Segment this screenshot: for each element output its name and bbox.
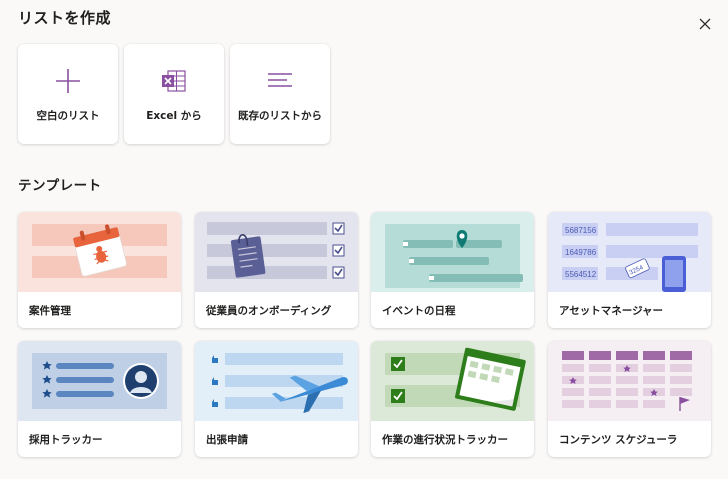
template-label: 採用トラッカー xyxy=(29,434,103,446)
template-issue-tracker[interactable]: 案件管理 xyxy=(18,212,181,328)
plus-icon xyxy=(56,69,80,93)
create-option-label: 空白のリスト xyxy=(36,110,100,122)
airplane-icon xyxy=(195,341,358,421)
template-label: 従業員のオンボーディング xyxy=(206,305,332,317)
create-from-excel-button[interactable]: Excel から xyxy=(124,44,224,144)
dialog-title: リストを作成 xyxy=(18,9,112,27)
excel-icon xyxy=(162,70,186,92)
template-asset-manager[interactable]: 5687156 1649786 5564512 3254 アセットマネージャー xyxy=(548,212,711,328)
candidate-profile-icon xyxy=(18,341,181,421)
create-from-existing-list-button[interactable]: 既存のリストから xyxy=(230,44,330,144)
calendar-bug-icon xyxy=(18,212,181,292)
template-employee-onboarding[interactable]: 従業員のオンボーディング xyxy=(195,212,358,328)
map-pin-schedule-icon xyxy=(371,212,534,292)
template-travel-requests[interactable]: 出張申請 xyxy=(195,341,358,457)
asset-phone-tag-icon: 5687156 1649786 5564512 3254 xyxy=(548,212,711,292)
lines-icon xyxy=(268,73,292,87)
asset-number: 1649786 xyxy=(565,248,597,257)
asset-number: 5687156 xyxy=(565,226,597,235)
template-label: イベントの日程 xyxy=(382,305,456,317)
template-label: コンテンツ スケジューラ xyxy=(559,434,678,446)
clipboard-checklist-icon xyxy=(195,212,358,292)
template-content-scheduler[interactable]: コンテンツ スケジューラ xyxy=(548,341,711,457)
template-label: 出張申請 xyxy=(206,434,248,446)
progress-checklist-icon xyxy=(371,341,534,421)
template-work-progress-tracker[interactable]: 作業の進行状況トラッカー xyxy=(371,341,534,457)
template-label: 案件管理 xyxy=(29,305,71,317)
close-icon[interactable] xyxy=(697,16,713,32)
create-option-label: 既存のリストから xyxy=(238,110,322,122)
template-label: 作業の進行状況トラッカー xyxy=(382,434,508,446)
templates-section-title: テンプレート xyxy=(18,178,102,194)
content-calendar-icon xyxy=(548,341,711,421)
template-event-itinerary[interactable]: イベントの日程 xyxy=(371,212,534,328)
asset-number: 5564512 xyxy=(565,270,597,279)
template-recruitment-tracker[interactable]: 採用トラッカー xyxy=(18,341,181,457)
create-blank-list-button[interactable]: 空白のリスト xyxy=(18,44,118,144)
template-label: アセットマネージャー xyxy=(559,305,664,317)
create-option-label: Excel から xyxy=(146,110,202,122)
